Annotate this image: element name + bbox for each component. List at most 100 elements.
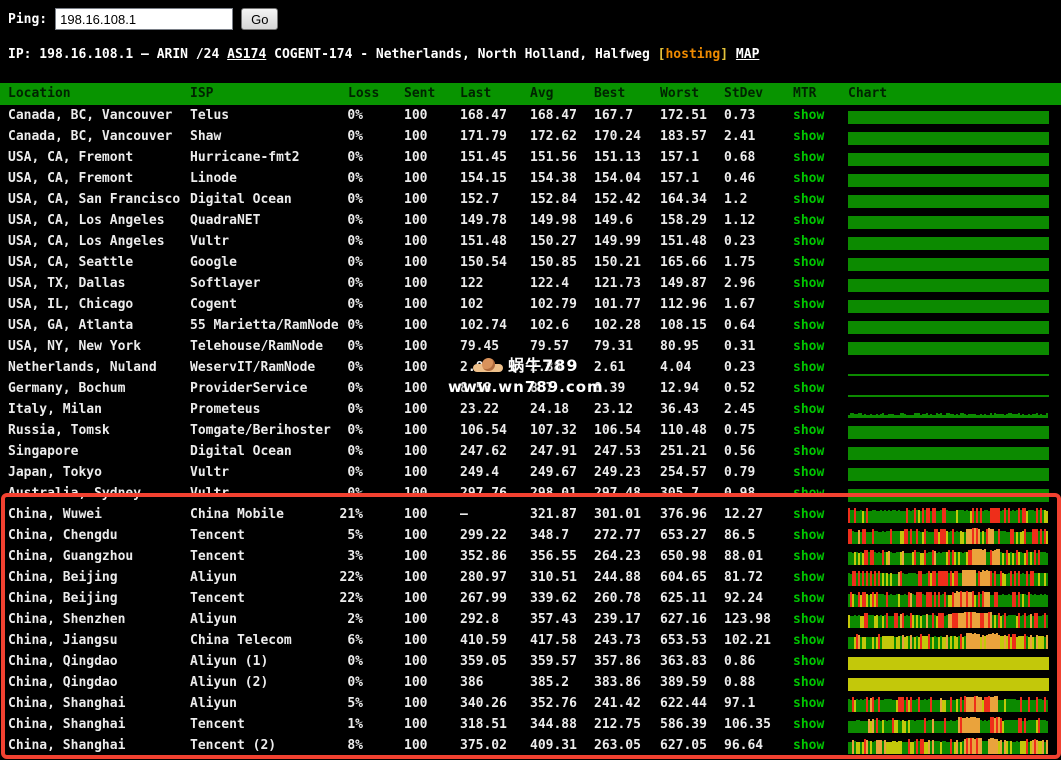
mtr-show-link[interactable]: show bbox=[793, 360, 824, 375]
hosting-bracket-close: ] bbox=[720, 47, 728, 62]
row-best: 2.61 bbox=[594, 357, 660, 378]
mtr-show-link[interactable]: show bbox=[793, 570, 824, 585]
row-stdev: 96.64 bbox=[724, 735, 793, 756]
row-chart-cell bbox=[848, 714, 1051, 735]
row-mtr: show bbox=[793, 630, 848, 651]
row-loss: 0% bbox=[338, 357, 404, 378]
table-row: USA, CA, FremontLinode0%100154.15154.381… bbox=[0, 168, 1061, 189]
row-chart-cell bbox=[848, 693, 1051, 714]
table-row: Netherlands, NulandWeservIT/RamNode0%100… bbox=[0, 357, 1061, 378]
mtr-show-link[interactable]: show bbox=[793, 192, 824, 207]
row-last: 102.74 bbox=[460, 315, 530, 336]
mtr-show-link[interactable]: show bbox=[793, 612, 824, 627]
row-avg: 149.98 bbox=[530, 210, 594, 231]
row-avg: 357.43 bbox=[530, 609, 594, 630]
ping-input[interactable] bbox=[55, 8, 233, 30]
row-chart-cell bbox=[848, 294, 1051, 315]
row-chart-cell bbox=[848, 231, 1051, 252]
row-mtr: show bbox=[793, 294, 848, 315]
row-chart-cell bbox=[848, 315, 1051, 336]
row-avg: 168.47 bbox=[530, 105, 594, 126]
row-best: 272.77 bbox=[594, 525, 660, 546]
latency-chart bbox=[848, 317, 1049, 334]
row-loss: 0% bbox=[338, 420, 404, 441]
row-stdev: 0.98 bbox=[724, 483, 793, 504]
row-avg: 154.38 bbox=[530, 168, 594, 189]
mtr-show-link[interactable]: show bbox=[793, 486, 824, 501]
row-chart-cell bbox=[848, 651, 1051, 672]
mtr-show-link[interactable]: show bbox=[793, 171, 824, 186]
row-loss: 0% bbox=[338, 231, 404, 252]
table-row: China, BeijingTencent22%100267.99339.622… bbox=[0, 588, 1061, 609]
header-last: Last bbox=[460, 83, 530, 105]
mtr-show-link[interactable]: show bbox=[793, 318, 824, 333]
row-location: USA, IL, Chicago bbox=[8, 294, 190, 315]
mtr-show-link[interactable]: show bbox=[793, 381, 824, 396]
row-loss: 0% bbox=[338, 168, 404, 189]
map-link[interactable]: MAP bbox=[736, 47, 759, 62]
mtr-show-link[interactable]: show bbox=[793, 108, 824, 123]
row-stdev: 2.96 bbox=[724, 273, 793, 294]
row-stdev: 123.98 bbox=[724, 609, 793, 630]
row-mtr: show bbox=[793, 672, 848, 693]
table-rows: Canada, BC, VancouverTelus0%100168.47168… bbox=[0, 105, 1061, 756]
mtr-show-link[interactable]: show bbox=[793, 696, 824, 711]
ping-tool-page: Ping: Go IP: 198.16.108.1 – ARIN /24 AS1… bbox=[0, 0, 1061, 760]
mtr-show-link[interactable]: show bbox=[793, 507, 824, 522]
latency-chart bbox=[848, 695, 1049, 712]
row-chart-cell bbox=[848, 546, 1051, 567]
mtr-show-link[interactable]: show bbox=[793, 150, 824, 165]
ping-form: Ping: Go bbox=[8, 8, 278, 30]
row-mtr: show bbox=[793, 420, 848, 441]
mtr-show-link[interactable]: show bbox=[793, 444, 824, 459]
mtr-show-link[interactable]: show bbox=[793, 675, 824, 690]
mtr-show-link[interactable]: show bbox=[793, 423, 824, 438]
row-sent: 100 bbox=[404, 714, 460, 735]
row-isp: Telus bbox=[190, 105, 338, 126]
row-sent: 100 bbox=[404, 105, 460, 126]
mtr-show-link[interactable]: show bbox=[793, 654, 824, 669]
row-mtr: show bbox=[793, 651, 848, 672]
as-number-link[interactable]: AS174 bbox=[227, 47, 266, 62]
mtr-show-link[interactable]: show bbox=[793, 276, 824, 291]
row-sent: 100 bbox=[404, 525, 460, 546]
row-last: 267.99 bbox=[460, 588, 530, 609]
mtr-show-link[interactable]: show bbox=[793, 633, 824, 648]
row-loss: 0% bbox=[338, 105, 404, 126]
mtr-show-link[interactable]: show bbox=[793, 129, 824, 144]
row-best: 121.73 bbox=[594, 273, 660, 294]
row-stdev: 86.5 bbox=[724, 525, 793, 546]
row-chart-cell bbox=[848, 189, 1051, 210]
row-worst: 151.48 bbox=[660, 231, 724, 252]
latency-chart bbox=[848, 590, 1049, 607]
row-best: 170.24 bbox=[594, 126, 660, 147]
latency-chart bbox=[848, 422, 1049, 439]
row-worst: 149.87 bbox=[660, 273, 724, 294]
mtr-show-link[interactable]: show bbox=[793, 213, 824, 228]
mtr-show-link[interactable]: show bbox=[793, 234, 824, 249]
row-isp: ProviderService bbox=[190, 378, 338, 399]
row-avg: 344.88 bbox=[530, 714, 594, 735]
row-avg: 2.88 bbox=[530, 357, 594, 378]
table-row: Russia, TomskTomgate/Berihoster0%100106.… bbox=[0, 420, 1061, 441]
mtr-show-link[interactable]: show bbox=[793, 297, 824, 312]
row-isp: Tencent bbox=[190, 525, 338, 546]
table-row: USA, CA, SeattleGoogle0%100150.54150.851… bbox=[0, 252, 1061, 273]
mtr-show-link[interactable]: show bbox=[793, 255, 824, 270]
mtr-show-link[interactable]: show bbox=[793, 591, 824, 606]
row-chart-cell bbox=[848, 273, 1051, 294]
mtr-show-link[interactable]: show bbox=[793, 528, 824, 543]
mtr-show-link[interactable]: show bbox=[793, 465, 824, 480]
row-worst: 157.1 bbox=[660, 168, 724, 189]
mtr-show-link[interactable]: show bbox=[793, 549, 824, 564]
mtr-show-link[interactable]: show bbox=[793, 339, 824, 354]
mtr-show-link[interactable]: show bbox=[793, 738, 824, 753]
row-last: 8.58 bbox=[460, 378, 530, 399]
row-mtr: show bbox=[793, 147, 848, 168]
mtr-show-link[interactable]: show bbox=[793, 402, 824, 417]
go-button[interactable]: Go bbox=[241, 8, 278, 30]
row-best: 249.23 bbox=[594, 462, 660, 483]
row-best: 383.86 bbox=[594, 672, 660, 693]
row-stdev: 0.56 bbox=[724, 441, 793, 462]
mtr-show-link[interactable]: show bbox=[793, 717, 824, 732]
